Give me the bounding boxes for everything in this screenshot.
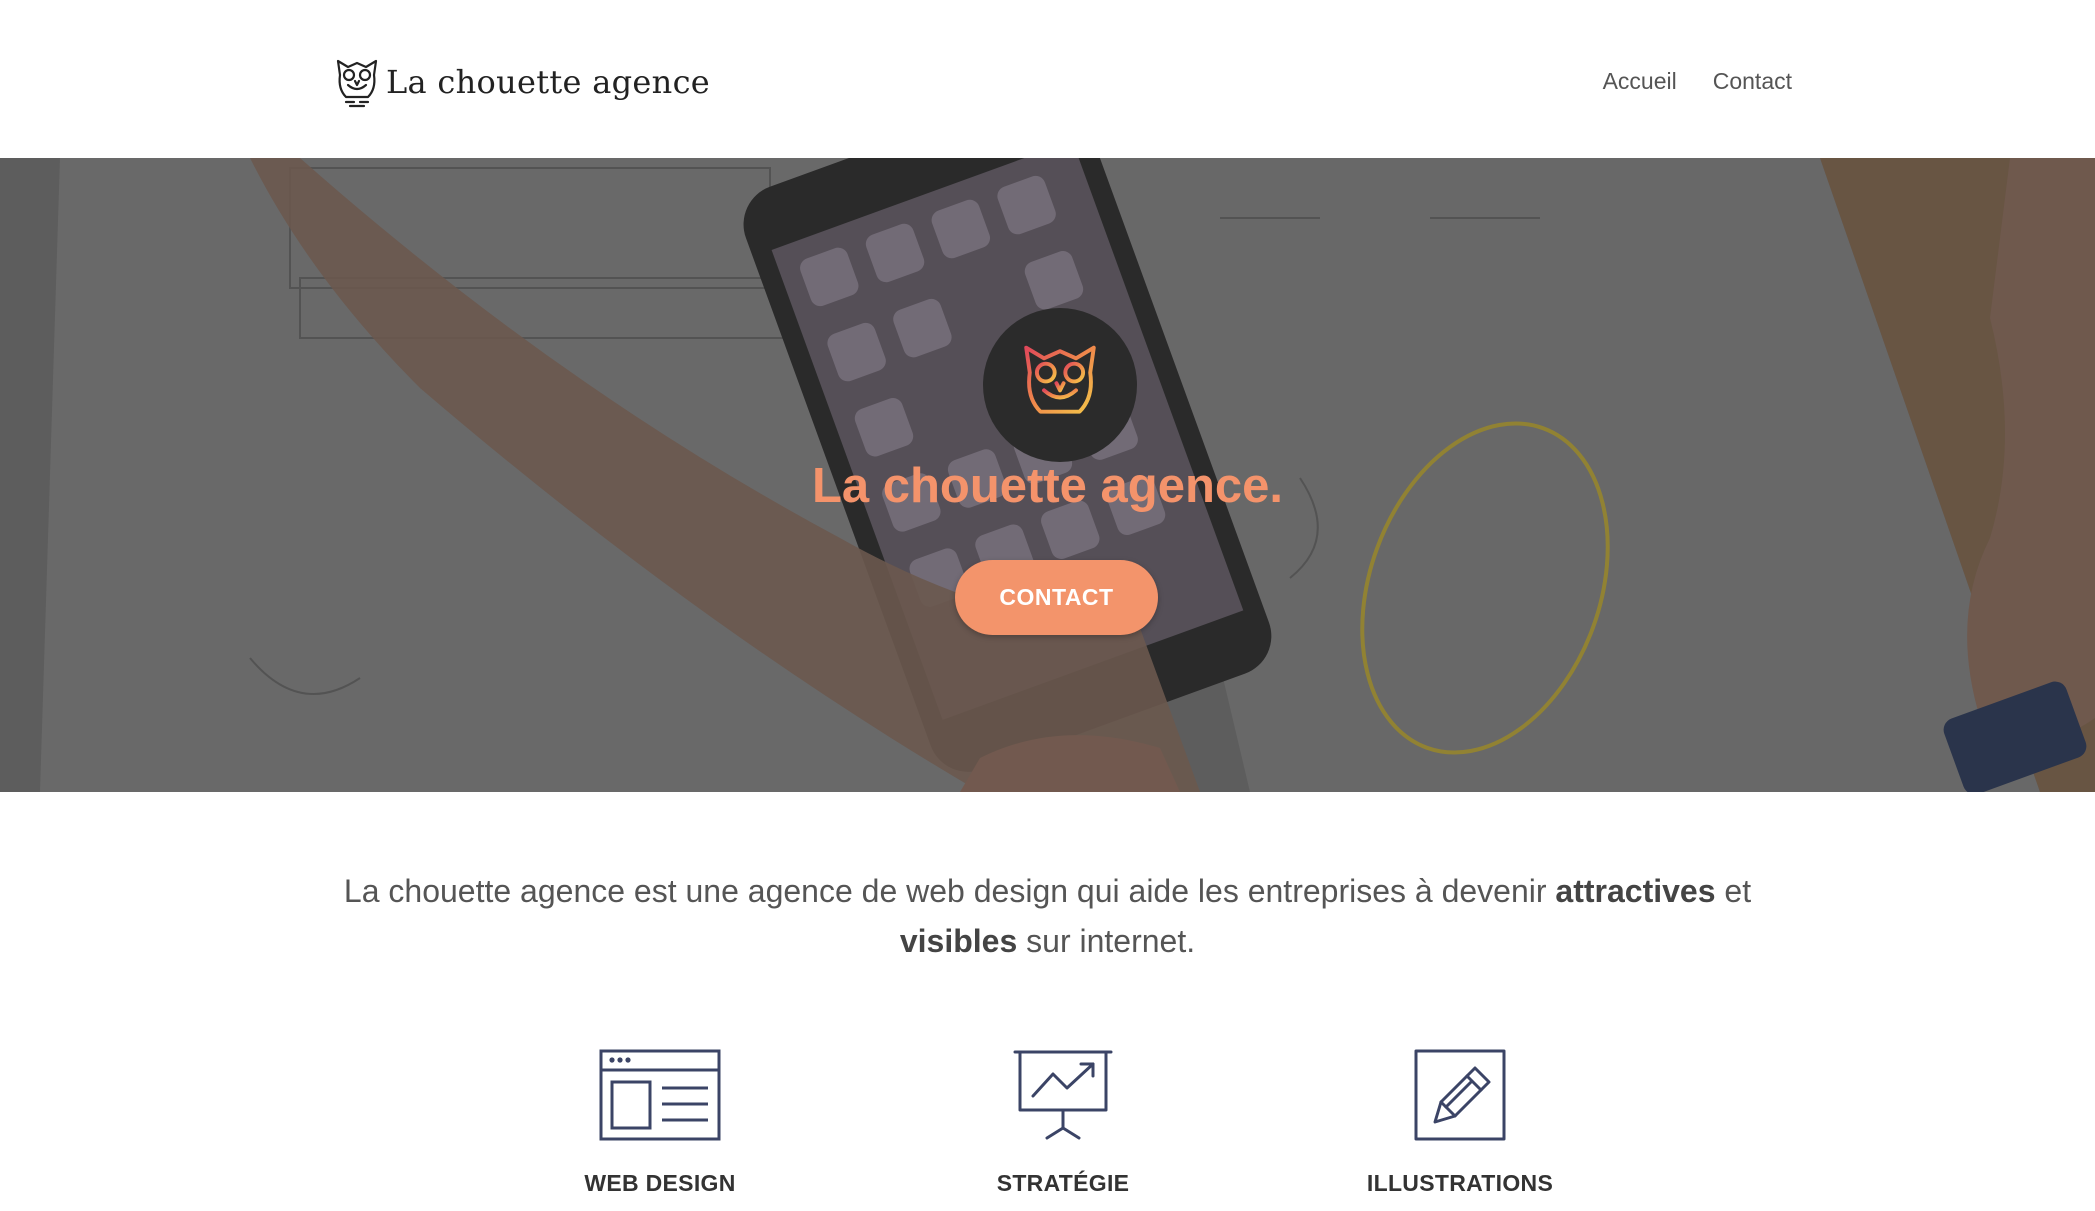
browser-window-icon (599, 1049, 721, 1141)
logo-text: La chouette agence (386, 63, 711, 101)
logo-link[interactable]: La chouette agence (334, 54, 710, 110)
owl-logo-icon (1024, 345, 1096, 430)
service-web-design: WEB DESIGN (560, 1048, 760, 1197)
intro-bold-visibles: visibles (899, 923, 1018, 959)
service-label: STRATÉGIE (996, 1170, 1130, 1196)
hero-owl-badge (983, 308, 1137, 462)
intro-text: La chouette agence est une agence de web… (300, 866, 1795, 966)
pencil-icon (1414, 1049, 1506, 1141)
intro-text-part3: sur internet. (1017, 923, 1196, 959)
owl-logo-icon (336, 59, 378, 108)
hero-section: La chouette agence. CONTACT (0, 158, 2095, 792)
service-strategie: STRATÉGIE (963, 1048, 1163, 1197)
intro-text-part2: et (1715, 873, 1752, 909)
service-label: ILLUSTRATIONS (1366, 1170, 1554, 1196)
hero-title: La chouette agence. (811, 459, 1284, 513)
main-nav: Accueil Contact (1603, 68, 1792, 95)
hero-content: La chouette agence. CONTACT (0, 158, 2095, 792)
presentation-chart-icon (1013, 1050, 1113, 1140)
intro-text-part1: La chouette agence est une agence de web… (343, 873, 1556, 909)
site-header: La chouette agence Accueil Contact (0, 0, 2095, 158)
intro-bold-attractives: attractives (1555, 873, 1716, 909)
nav-link-accueil[interactable]: Accueil (1603, 68, 1677, 95)
nav-link-contact[interactable]: Contact (1713, 68, 1792, 95)
contact-button[interactable]: CONTACT (955, 560, 1158, 635)
service-illustrations: ILLUSTRATIONS (1360, 1048, 1560, 1197)
service-label: WEB DESIGN (584, 1170, 736, 1196)
